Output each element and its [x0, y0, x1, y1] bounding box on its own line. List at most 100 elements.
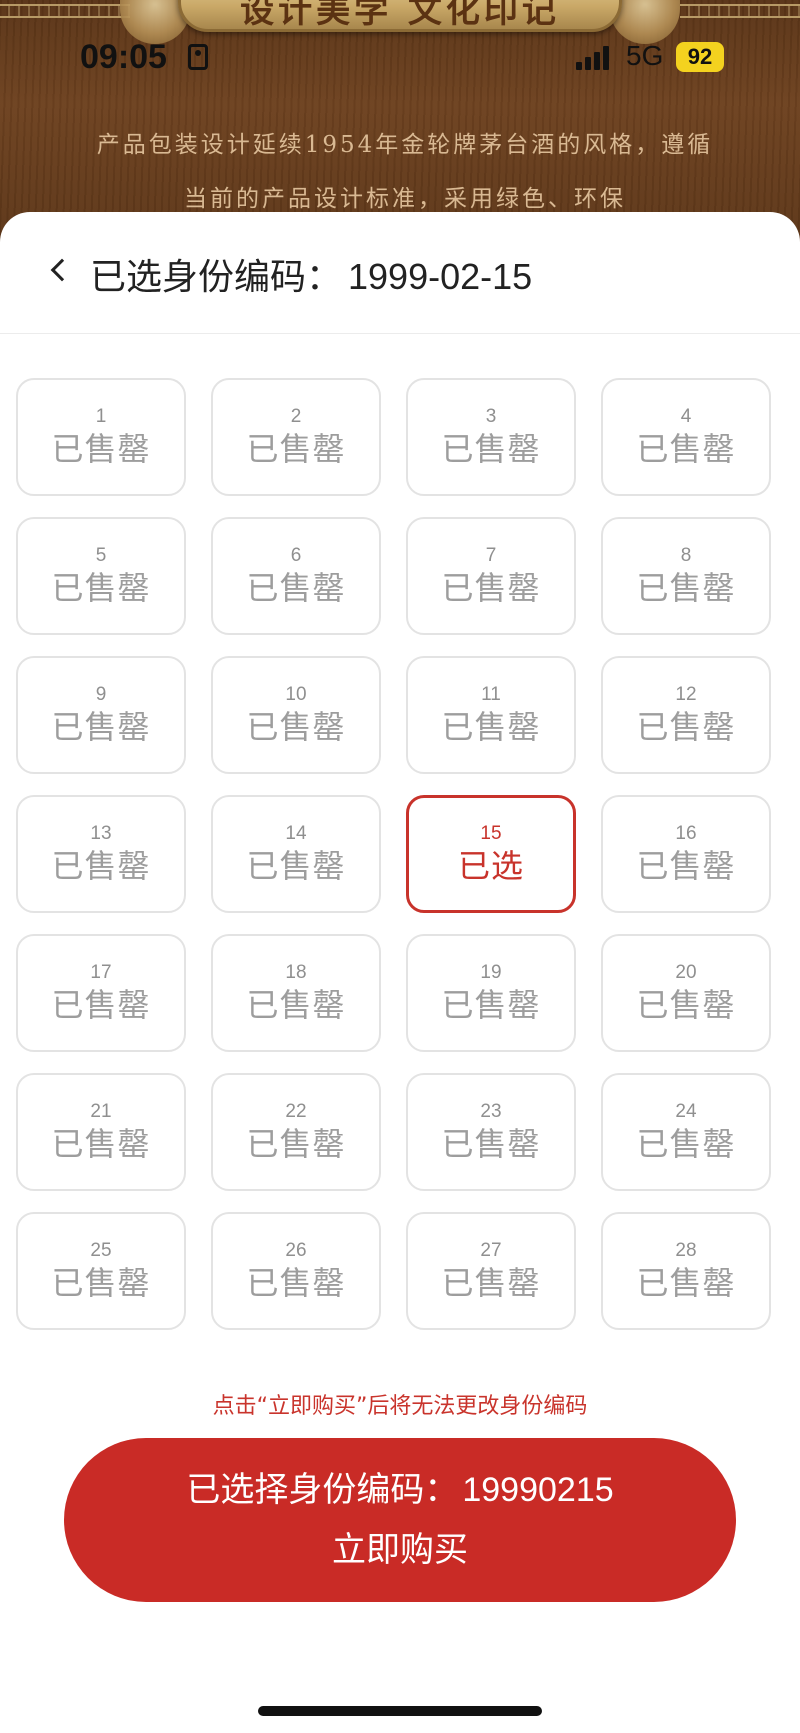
code-cell[interactable]: 3 已售罄	[406, 378, 576, 496]
code-cell[interactable]: 18 已售罄	[211, 934, 381, 1052]
cell-number: 2	[290, 406, 302, 427]
buy-now-button[interactable]: 已选择身份编码： 19990215 立即购买	[64, 1438, 736, 1602]
cell-number: 20	[675, 962, 697, 983]
code-grid: 1 已售罄 2 已售罄 3 已售罄 4 已售罄 5 已售罄 6 已售罄 7 已售罄 8 已售罄 9 已售罄 10 已售…	[16, 378, 776, 1330]
cell-status: 已售罄	[441, 430, 541, 468]
cell-number: 5	[95, 545, 107, 566]
code-cell-selected[interactable]: 15 已选	[406, 795, 576, 913]
code-cell[interactable]: 21 已售罄	[16, 1073, 186, 1191]
code-cell[interactable]: 17 已售罄	[16, 934, 186, 1052]
cell-status: 已选	[457, 847, 524, 885]
buy-button-label: 立即购买	[332, 1530, 468, 1570]
code-cell[interactable]: 8 已售罄	[601, 517, 771, 635]
cell-status: 已售罄	[441, 1264, 541, 1302]
cell-number: 19	[480, 962, 502, 983]
code-cell[interactable]: 20 已售罄	[601, 934, 771, 1052]
cell-status: 已售罄	[636, 1264, 736, 1302]
cell-status: 已售罄	[441, 986, 541, 1024]
cell-status: 已售罄	[51, 1264, 151, 1302]
code-cell[interactable]: 6 已售罄	[211, 517, 381, 635]
cell-number: 21	[90, 1101, 112, 1122]
cell-number: 14	[285, 823, 307, 844]
cell-status: 已售罄	[441, 569, 541, 607]
cell-status: 已售罄	[246, 986, 346, 1024]
cell-status: 已售罄	[51, 569, 151, 607]
cell-status: 已售罄	[636, 708, 736, 746]
code-cell[interactable]: 7 已售罄	[406, 517, 576, 635]
buy-button-code: 19990215	[462, 1471, 614, 1509]
code-cell[interactable]: 13 已售罄	[16, 795, 186, 913]
signal-icon	[576, 46, 612, 70]
network-label: 5G	[626, 40, 664, 71]
code-cell[interactable]: 24 已售罄	[601, 1073, 771, 1191]
code-cell[interactable]: 25 已售罄	[16, 1212, 186, 1330]
code-cell[interactable]: 23 已售罄	[406, 1073, 576, 1191]
cell-status: 已售罄	[246, 430, 346, 468]
code-cell[interactable]: 2 已售罄	[211, 378, 381, 496]
code-cell[interactable]: 22 已售罄	[211, 1073, 381, 1191]
buy-button-code-label: 已选择身份编码：	[186, 1470, 459, 1510]
cell-status: 已售罄	[246, 708, 346, 746]
cell-number: 11	[481, 684, 501, 705]
cell-status: 已售罄	[246, 1264, 346, 1302]
code-cell[interactable]: 26 已售罄	[211, 1212, 381, 1330]
cell-status: 已售罄	[246, 847, 346, 885]
purchase-notice: 点击“立即购买”后将无法更改身份编码	[212, 1394, 588, 1419]
cell-number: 18	[285, 962, 307, 983]
sheet-title: 已选身份编码： 1999-02-15	[90, 248, 532, 300]
cell-number: 1	[95, 406, 107, 427]
cell-number: 22	[285, 1101, 307, 1122]
cell-number: 28	[675, 1240, 697, 1261]
code-cell[interactable]: 28 已售罄	[601, 1212, 771, 1330]
status-time: 09:05	[80, 38, 167, 76]
selected-code: 1999-02-15	[348, 256, 533, 297]
cell-number: 13	[90, 823, 112, 844]
home-indicator[interactable]	[258, 1706, 542, 1716]
cell-number: 17	[90, 962, 112, 983]
decorative-border	[680, 4, 800, 18]
code-cell[interactable]: 19 已售罄	[406, 934, 576, 1052]
cell-number: 26	[285, 1240, 307, 1261]
code-cell[interactable]: 16 已售罄	[601, 795, 771, 913]
cell-number: 3	[485, 406, 497, 427]
cell-status: 已售罄	[51, 847, 151, 885]
selection-sheet: 已选身份编码： 1999-02-15 1 已售罄 2 已售罄 3 已售罄 4 已售罄 5 已售罄 6 已…	[0, 212, 800, 1733]
cell-number: 27	[480, 1240, 502, 1261]
cell-number: 25	[90, 1240, 112, 1261]
cell-number: 7	[485, 545, 497, 566]
cell-number: 4	[680, 406, 692, 427]
cell-status: 已售罄	[51, 1125, 151, 1163]
cell-number: 23	[480, 1101, 502, 1122]
code-cell[interactable]: 14 已售罄	[211, 795, 381, 913]
code-cell[interactable]: 5 已售罄	[16, 517, 186, 635]
cell-status: 已售罄	[636, 847, 736, 885]
cell-number: 16	[675, 823, 697, 844]
cell-status: 已售罄	[246, 569, 346, 607]
cell-number: 24	[675, 1101, 697, 1122]
code-cell[interactable]: 11 已售罄	[406, 656, 576, 774]
code-cell[interactable]: 4 已售罄	[601, 378, 771, 496]
code-cell[interactable]: 12 已售罄	[601, 656, 771, 774]
cell-status: 已售罄	[636, 986, 736, 1024]
intro-text: 产品包装设计延续1954年金轮牌茅台酒的风格，遵循当前的产品设计标准，采用绿色、…	[96, 132, 714, 212]
cell-status: 已售罄	[441, 708, 541, 746]
chevron-left-icon[interactable]	[50, 258, 74, 282]
cell-status: 已售罄	[636, 1125, 736, 1163]
code-cell[interactable]: 27 已售罄	[406, 1212, 576, 1330]
cell-number: 15	[480, 823, 502, 844]
code-cell[interactable]: 1 已售罄	[16, 378, 186, 496]
cell-number: 10	[285, 684, 307, 705]
code-cell[interactable]: 9 已售罄	[16, 656, 186, 774]
buy-button-code-line: 已选择身份编码： 19990215	[186, 1460, 613, 1520]
sheet-title-label: 已选身份编码：	[90, 256, 343, 297]
cell-number: 6	[290, 545, 302, 566]
cell-status: 已售罄	[51, 430, 151, 468]
cell-number: 8	[680, 545, 692, 566]
code-cell[interactable]: 10 已售罄	[211, 656, 381, 774]
battery-badge: 92	[676, 42, 724, 72]
banner-title: 设计美学 文化印记	[240, 0, 560, 31]
sheet-header: 已选身份编码： 1999-02-15	[0, 212, 800, 334]
decorative-border	[0, 4, 130, 18]
person-badge-icon	[188, 44, 208, 70]
banner-plaque: 设计美学 文化印记	[178, 0, 622, 32]
